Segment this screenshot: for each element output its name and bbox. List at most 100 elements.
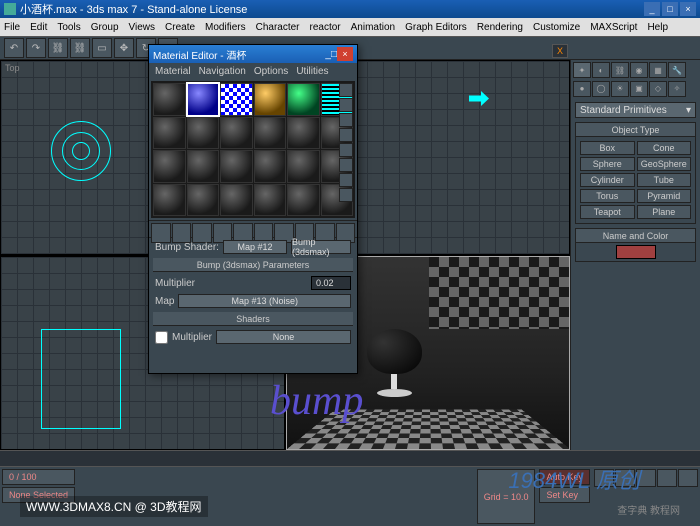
select-button[interactable]: ▭ — [92, 38, 112, 58]
tab-modify[interactable]: ◐ — [592, 62, 610, 78]
multiplier-checkbox[interactable] — [155, 331, 168, 344]
menu-utilities[interactable]: Utilities — [296, 66, 328, 77]
backlight-button[interactable] — [339, 98, 353, 112]
video-check-button[interactable] — [339, 143, 353, 157]
params-header[interactable]: Bump (3dsmax) Parameters — [153, 258, 353, 272]
rollout-header[interactable]: Object Type — [576, 123, 695, 137]
map-type-button[interactable]: Bump (3dsmax) — [291, 240, 351, 254]
material-editor-dialog[interactable]: Material Editor - 酒杯 _ □ × Material Navi… — [148, 44, 358, 374]
move-button[interactable]: ✥ — [114, 38, 134, 58]
btn-cone[interactable]: Cone — [637, 141, 692, 155]
material-slot[interactable] — [287, 117, 320, 150]
axis-x[interactable]: X — [552, 44, 568, 58]
menu-options[interactable]: Options — [254, 66, 288, 77]
tab-motion[interactable]: ◉ — [630, 62, 648, 78]
get-material-button[interactable] — [151, 223, 171, 243]
subtab-lights[interactable]: ☀ — [611, 81, 629, 97]
material-slot[interactable] — [254, 117, 287, 150]
subtab-space[interactable]: ✧ — [668, 81, 686, 97]
rollout-header[interactable]: Name and Color — [576, 229, 695, 243]
material-slot[interactable] — [254, 150, 287, 183]
material-slot-active[interactable] — [187, 83, 220, 116]
material-slot[interactable] — [153, 117, 186, 150]
next-frame-button[interactable] — [657, 469, 677, 487]
btn-pyramid[interactable]: Pyramid — [637, 189, 692, 203]
btn-tube[interactable]: Tube — [637, 173, 692, 187]
color-swatch[interactable] — [616, 245, 656, 259]
dialog-close[interactable]: × — [337, 47, 353, 61]
close-button[interactable]: × — [680, 2, 696, 16]
menu-customize[interactable]: Customize — [533, 22, 580, 33]
btn-plane[interactable]: Plane — [637, 205, 692, 219]
multiplier-label: Multiplier — [155, 278, 195, 289]
map-name-field[interactable]: Map #12 — [223, 240, 287, 254]
menu-modifiers[interactable]: Modifiers — [205, 22, 246, 33]
menu-tools[interactable]: Tools — [57, 22, 80, 33]
goto-end-button[interactable] — [678, 469, 698, 487]
btn-teapot[interactable]: Teapot — [580, 205, 635, 219]
material-slot[interactable] — [220, 83, 253, 116]
btn-box[interactable]: Box — [580, 141, 635, 155]
tab-display[interactable]: ▦ — [649, 62, 667, 78]
minimize-button[interactable]: _ — [644, 2, 660, 16]
subtab-shapes[interactable]: ◯ — [592, 81, 610, 97]
material-slot[interactable] — [287, 184, 320, 217]
primitive-dropdown[interactable]: Standard Primitives ▾ — [575, 102, 696, 118]
shader-none-button[interactable]: None — [216, 330, 351, 344]
material-slot[interactable] — [220, 150, 253, 183]
btn-torus[interactable]: Torus — [580, 189, 635, 203]
menu-rendering[interactable]: Rendering — [477, 22, 523, 33]
material-slot[interactable] — [153, 150, 186, 183]
multiplier-spinner[interactable]: 0.02 — [311, 276, 351, 290]
btn-cylinder[interactable]: Cylinder — [580, 173, 635, 187]
shaders-header[interactable]: Shaders — [153, 312, 353, 326]
subtab-geometry[interactable]: ● — [573, 81, 591, 97]
menu-reactor[interactable]: reactor — [310, 22, 341, 33]
tab-utilities[interactable]: 🔧 — [668, 62, 686, 78]
map-slot-button[interactable]: Map #13 (Noise) — [178, 294, 351, 308]
subtab-helpers[interactable]: ◇ — [649, 81, 667, 97]
material-slot[interactable] — [153, 184, 186, 217]
material-slot[interactable] — [254, 83, 287, 116]
material-slot[interactable] — [287, 150, 320, 183]
undo-button[interactable]: ↶ — [4, 38, 24, 58]
menu-animation[interactable]: Animation — [351, 22, 395, 33]
assign-button[interactable] — [192, 223, 212, 243]
btn-geosphere[interactable]: GeoSphere — [637, 157, 692, 171]
menu-navigation[interactable]: Navigation — [199, 66, 246, 77]
redo-button[interactable]: ↷ — [26, 38, 46, 58]
menu-create[interactable]: Create — [165, 22, 195, 33]
subtab-cameras[interactable]: ▣ — [630, 81, 648, 97]
maximize-button[interactable]: □ — [662, 2, 678, 16]
sample-type-button[interactable] — [339, 83, 353, 97]
material-slot[interactable] — [254, 184, 287, 217]
menu-edit[interactable]: Edit — [30, 22, 47, 33]
sample-uv-button[interactable] — [339, 128, 353, 142]
select-by-mat-button[interactable] — [339, 188, 353, 202]
menu-file[interactable]: File — [4, 22, 20, 33]
put-to-scene-button[interactable] — [172, 223, 192, 243]
material-slot[interactable] — [187, 117, 220, 150]
dialog-titlebar[interactable]: Material Editor - 酒杯 _ □ × — [149, 45, 357, 63]
material-slot[interactable] — [187, 150, 220, 183]
menu-maxscript[interactable]: MAXScript — [590, 22, 637, 33]
background-button[interactable] — [339, 113, 353, 127]
material-slot[interactable] — [153, 83, 186, 116]
tab-create[interactable]: ✦ — [573, 62, 591, 78]
tab-hierarchy[interactable]: ⛓ — [611, 62, 629, 78]
options-button[interactable] — [339, 173, 353, 187]
menu-group[interactable]: Group — [91, 22, 119, 33]
material-slot[interactable] — [187, 184, 220, 217]
material-slot[interactable] — [287, 83, 320, 116]
menu-character[interactable]: Character — [256, 22, 300, 33]
unlink-button[interactable]: ⛓ — [70, 38, 90, 58]
material-slot[interactable] — [220, 117, 253, 150]
menu-help[interactable]: Help — [647, 22, 668, 33]
menu-grapheditors[interactable]: Graph Editors — [405, 22, 467, 33]
link-button[interactable]: ⛓ — [48, 38, 68, 58]
menu-views[interactable]: Views — [129, 22, 156, 33]
preview-button[interactable] — [339, 158, 353, 172]
material-slot[interactable] — [220, 184, 253, 217]
menu-material[interactable]: Material — [155, 66, 191, 77]
btn-sphere[interactable]: Sphere — [580, 157, 635, 171]
